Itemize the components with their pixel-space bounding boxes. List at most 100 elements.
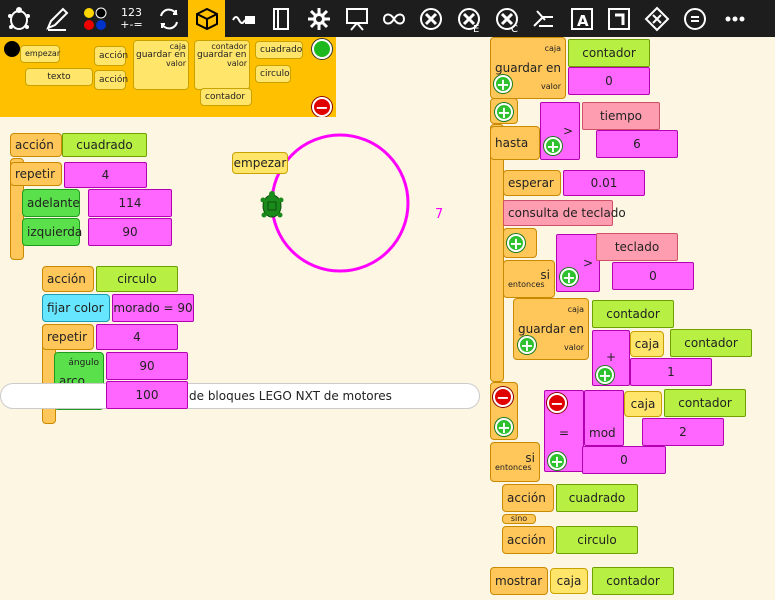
turtle-icon-sprite[interactable] [259,190,285,220]
collapse-letter: A [577,12,589,30]
palette-contador[interactable]: contador [200,88,252,106]
accion-circulo-name[interactable]: circulo [96,266,178,292]
media-icon[interactable] [262,0,299,37]
palette-accion-2[interactable]: acción [94,70,128,90]
mostrar-caja[interactable]: caja [550,568,588,594]
si1-add-icon[interactable]: + [560,268,578,287]
arco-angulo-value[interactable]: 90 [106,352,188,380]
suma-caja[interactable]: caja [630,331,664,357]
flow-icon[interactable] [150,0,187,37]
guardar1-contador[interactable]: contador [568,39,650,67]
hasta-add-icon[interactable]: + [544,137,562,156]
clear-e-icon[interactable]: E [450,0,487,37]
consulta-teclado[interactable]: consulta de teclado [503,200,626,226]
accion-b-label[interactable]: acción [502,526,554,554]
repetir-label[interactable]: repetir [10,162,62,186]
turtle-icon[interactable] [0,0,37,37]
mod-two[interactable]: 2 [642,418,724,446]
guardar2-contador[interactable]: contador [592,300,674,328]
sensors-icon[interactable] [225,0,262,37]
suma-one[interactable]: 1 [630,358,712,386]
status-bar: de bloques LEGO NXT de motores [0,383,480,409]
guardar1-value[interactable]: 0 [568,67,650,95]
accion-circulo-label[interactable]: acción [42,266,94,292]
infinity-icon[interactable] [375,0,412,37]
repetir2-label[interactable]: repetir [42,324,94,350]
suma-add-icon[interactable]: + [596,366,614,385]
mod-caja[interactable]: caja [624,391,662,417]
more-icon[interactable] [716,0,753,37]
clear-c-icon[interactable]: C [488,0,525,37]
toolbar: 123 +-= E C A [0,0,775,37]
mod-block[interactable]: mod [584,390,624,446]
guardar1-caja: caja [544,43,561,53]
mostrar-contador[interactable]: contador [592,567,674,595]
fijar-color-value[interactable]: morado = 90 [112,294,194,322]
hasta-bracket [490,124,504,382]
collapse-icon[interactable]: A [563,0,600,37]
izquierda-label[interactable]: izquierda [22,218,82,246]
hasta-six[interactable]: 6 [596,130,678,158]
adelante-value[interactable]: 114 [88,189,172,217]
pen-icon[interactable] [38,0,75,37]
si1-zero[interactable]: 0 [612,262,694,290]
palette-texto[interactable]: texto [25,68,93,86]
palette-next-icon[interactable] [312,39,332,59]
accion-a-name[interactable]: cuadrado [556,484,638,512]
numbers-icon[interactable]: 123 +-= [113,0,150,37]
accion-cuadrado-label[interactable]: acción [10,133,62,157]
si1-entonces: entonces [508,280,545,289]
menu-icon[interactable] [676,0,713,37]
palette-empezar[interactable]: empezar [20,45,60,63]
palette-store2-valor: valor [226,59,247,68]
esperar-value[interactable]: 0.01 [563,170,645,196]
ops-label: +-= [120,17,143,31]
repetir-count[interactable]: 4 [64,162,147,188]
accion-a-label[interactable]: acción [502,484,554,512]
expand-icon[interactable] [600,0,637,37]
drawn-circle [270,133,410,273]
stack-add-icon-2[interactable]: + [507,234,525,253]
guardar2-add-icon[interactable]: + [518,336,536,355]
palette-remove-icon[interactable]: − [312,97,332,117]
hide-blocks-icon[interactable] [525,0,562,37]
clear-icon[interactable] [412,0,449,37]
palette-accion-1[interactable]: acción [94,46,128,66]
hasta-label[interactable]: hasta [490,126,540,160]
esperar-label[interactable]: esperar [503,170,561,196]
color-palette-icon[interactable] [76,0,113,37]
si1-teclado[interactable]: teclado [596,233,678,261]
stack-add-icon-3[interactable]: + [495,418,513,437]
hasta-tiempo[interactable]: tiempo [582,102,660,130]
repetir2-count[interactable]: 4 [96,324,178,350]
palette-store2-block[interactable]: contador guardar en valor [194,40,250,90]
blocks-icon[interactable] [188,0,225,37]
suma-contador[interactable]: contador [670,329,752,357]
adelante-label[interactable]: adelante [22,189,80,217]
si-block-2[interactable]: si entonces [490,442,540,482]
equals-zero[interactable]: 0 [582,446,666,474]
si-block-1[interactable]: si entonces [503,260,555,298]
palette-store-block[interactable]: caja guardar en valor [133,40,189,90]
izquierda-value[interactable]: 90 [88,218,172,246]
extras-icon[interactable] [300,0,337,37]
stack-add-icon-1[interactable]: + [495,103,513,122]
presentation-icon[interactable] [338,0,375,37]
equals-remove-icon[interactable]: − [547,393,567,413]
clear-c-letter: C [511,24,518,32]
stack-remove-icon[interactable]: − [493,387,513,407]
arco-radio-value[interactable]: 100 [106,381,188,409]
accion-cuadrado-name[interactable]: cuadrado [62,133,147,157]
equals-add-icon[interactable]: + [548,452,566,471]
palette-toggle-icon[interactable] [2,39,22,59]
mostrar-label[interactable]: mostrar [490,567,548,595]
fijar-color-label[interactable]: fijar color [42,294,110,322]
canvas-empezar[interactable]: empezar [232,152,288,174]
palette-store-valor: valor [165,59,186,68]
mod-contador[interactable]: contador [664,389,746,417]
guardar1-add-icon[interactable]: + [494,75,512,94]
stop-icon[interactable] [638,0,675,37]
palette-cuadrado[interactable]: cuadrado [255,41,303,59]
accion-b-name[interactable]: circulo [556,526,638,554]
palette-circulo[interactable]: circulo [255,65,291,83]
